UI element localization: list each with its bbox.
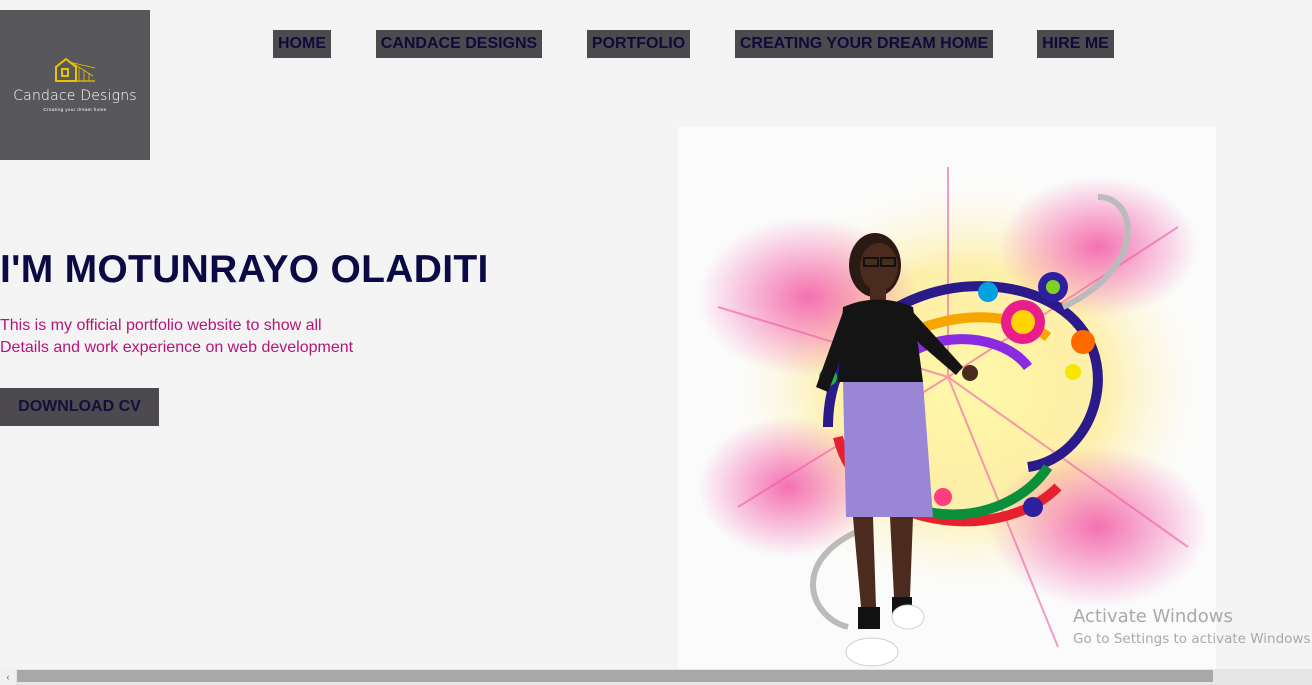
nav-creating-your-dream-home[interactable]: CREATING YOUR DREAM HOME bbox=[735, 30, 993, 58]
hero-description-line-2: Details and work experience on web devel… bbox=[0, 339, 354, 356]
hero-description: This is my official portfolio website to… bbox=[0, 315, 353, 359]
hero-description-line-1: This is my official portfolio website to… bbox=[0, 317, 322, 334]
logo-brand-name: Candace Designs bbox=[13, 88, 137, 104]
house-icon bbox=[55, 57, 96, 82]
site-logo[interactable]: Candace Designs Creating your dream home bbox=[0, 10, 150, 160]
hero-portrait-image bbox=[678, 127, 1218, 669]
chevron-left-icon[interactable]: ‹ bbox=[0, 669, 16, 685]
activate-windows-title: Activate Windows bbox=[1073, 606, 1233, 627]
logo-tagline: Creating your dream home bbox=[43, 107, 107, 112]
page: Candace Designs Creating your dream home… bbox=[0, 0, 1312, 685]
nav-portfolio[interactable]: PORTFOLIO bbox=[587, 30, 690, 58]
nav-candace-designs[interactable]: CANDACE DESIGNS bbox=[376, 30, 542, 58]
portrait-illustration bbox=[698, 167, 1218, 667]
nav-hire-me[interactable]: HIRE ME bbox=[1037, 30, 1114, 58]
download-cv-button[interactable]: DOWNLOAD CV bbox=[0, 388, 159, 426]
activate-windows-subtitle: Go to Settings to activate Windows. bbox=[1073, 631, 1312, 647]
nav-home[interactable]: HOME bbox=[273, 30, 331, 58]
scrollbar-thumb[interactable] bbox=[17, 670, 1213, 682]
horizontal-scrollbar[interactable]: ‹ bbox=[0, 669, 1312, 685]
hero-title: I'M MOTUNRAYO OLADITI bbox=[0, 248, 489, 291]
